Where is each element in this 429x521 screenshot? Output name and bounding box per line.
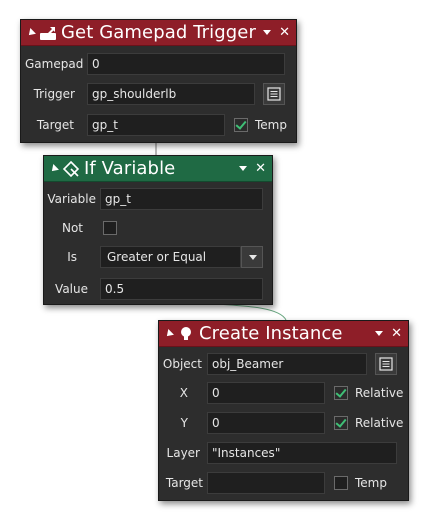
close-icon[interactable]: ✕ (279, 26, 290, 39)
list-picker-icon (267, 87, 281, 101)
layer-label: Layer (166, 446, 200, 460)
temp-checkbox[interactable] (234, 118, 248, 132)
object-picker-button[interactable] (375, 353, 397, 375)
collapse-arrow-icon[interactable] (26, 27, 36, 38)
create-instance-header[interactable]: Create Instance ✕ (159, 321, 408, 347)
y-field[interactable]: 0 (207, 412, 325, 434)
is-dropdown-button[interactable] (241, 246, 263, 268)
temp-label: Temp (255, 118, 287, 132)
gamepad-label: Gamepad (25, 57, 84, 71)
list-picker-icon (379, 357, 393, 371)
condition-icon (62, 160, 80, 177)
layer-field[interactable]: "Instances" (207, 442, 397, 464)
if-variable-node[interactable]: If Variable ✕ Variable gp_t Not Is Great… (43, 155, 273, 305)
trigger-field[interactable]: gp_shoulderlb (87, 83, 255, 105)
target-field[interactable]: gp_t (87, 114, 225, 136)
temp-label: Temp (355, 476, 387, 490)
x-relative-label: Relative (355, 386, 404, 400)
x-label: X (179, 386, 188, 400)
create-instance-node[interactable]: Create Instance ✕ Object obj_Beamer X 0 … (158, 320, 409, 501)
collapse-arrow-icon[interactable] (164, 328, 174, 339)
y-relative-label: Relative (355, 416, 404, 430)
trigger-picker-button[interactable] (263, 83, 285, 105)
chevron-down-icon (249, 255, 257, 260)
x-field[interactable]: 0 (207, 382, 325, 404)
value-label: Value (55, 282, 88, 296)
node-title: Get Gamepad Trigger (61, 22, 256, 43)
not-checkbox[interactable] (103, 221, 117, 235)
x-relative-checkbox[interactable] (334, 386, 348, 400)
value-field[interactable]: 0.5 (100, 278, 263, 300)
get-gamepad-trigger-node[interactable]: Get Gamepad Trigger ✕ Gamepad 0 Trigger … (20, 19, 297, 143)
close-icon[interactable]: ✕ (391, 327, 402, 340)
is-label: Is (67, 250, 77, 264)
get-gamepad-trigger-header[interactable]: Get Gamepad Trigger ✕ (21, 20, 296, 46)
temp-checkbox[interactable] (334, 476, 348, 490)
node-menu-icon[interactable] (239, 166, 248, 171)
not-label: Not (61, 221, 83, 235)
if-variable-header[interactable]: If Variable ✕ (44, 156, 272, 182)
object-field[interactable]: obj_Beamer (207, 353, 367, 375)
is-select[interactable]: Greater or Equal (100, 246, 241, 268)
lightbulb-icon (181, 326, 191, 340)
y-label: Y (180, 416, 188, 430)
target-label: Target (165, 476, 203, 490)
target-label: Target (36, 118, 74, 132)
node-menu-icon[interactable] (263, 30, 272, 35)
collapse-arrow-icon[interactable] (49, 163, 59, 174)
y-relative-checkbox[interactable] (334, 416, 348, 430)
node-title: Create Instance (199, 323, 343, 344)
target-field[interactable] (207, 472, 325, 494)
variable-field[interactable]: gp_t (100, 188, 263, 210)
object-label: Object (162, 357, 202, 371)
variable-label: Variable (47, 192, 96, 206)
gamepad-field[interactable]: 0 (87, 53, 285, 75)
trigger-label: Trigger (33, 87, 75, 101)
gamepad-trigger-icon (40, 26, 56, 40)
node-menu-icon[interactable] (375, 331, 384, 336)
close-icon[interactable]: ✕ (255, 162, 266, 175)
node-title: If Variable (84, 158, 176, 179)
